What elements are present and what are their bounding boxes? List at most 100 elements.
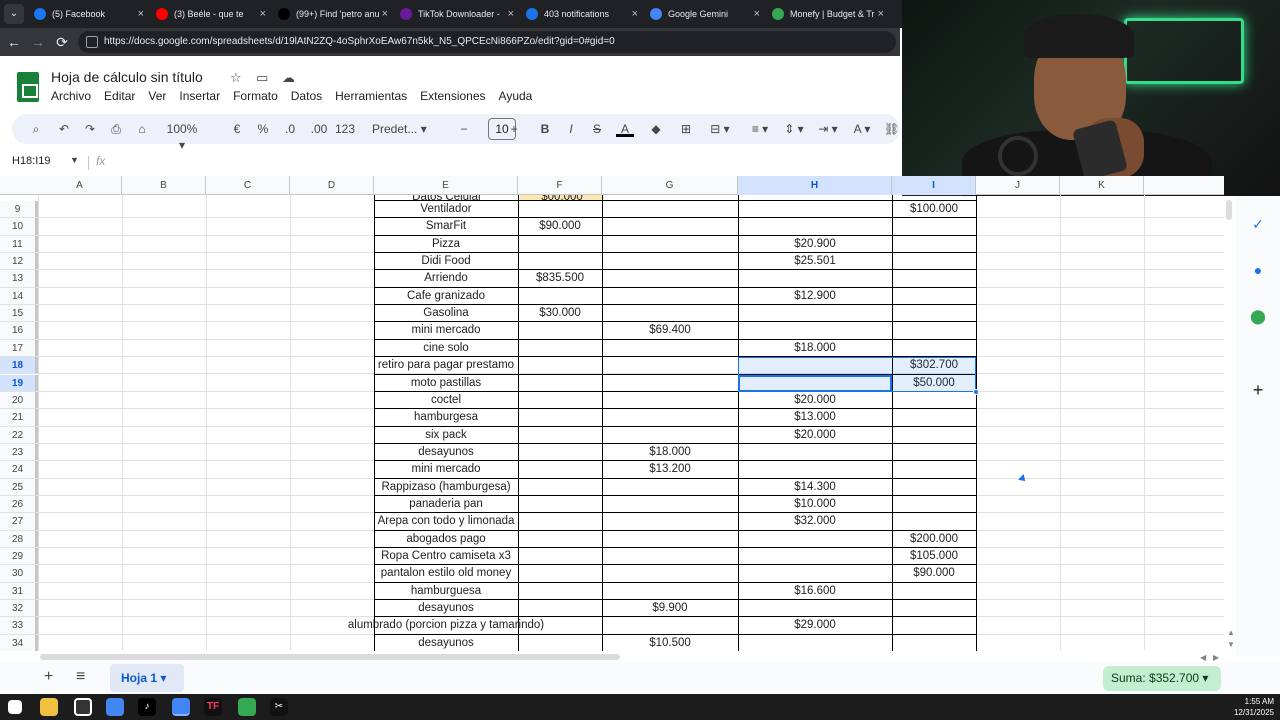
- text-color-button[interactable]: A: [616, 121, 634, 137]
- cell-concept[interactable]: coctel: [374, 392, 518, 408]
- cell-h[interactable]: $20.000: [738, 427, 892, 443]
- cell-h[interactable]: $10.000: [738, 496, 892, 512]
- cell-i[interactable]: [892, 270, 976, 286]
- row-header[interactable]: 15: [0, 305, 38, 322]
- cell-h[interactable]: $20.900: [738, 236, 892, 252]
- column-header[interactable]: H: [738, 176, 892, 195]
- cell-i[interactable]: [892, 496, 976, 512]
- column-header[interactable]: K: [1060, 176, 1144, 195]
- browser-tab[interactable]: (3) Beéle - que te ×: [152, 2, 270, 26]
- cell-i[interactable]: [892, 305, 976, 321]
- close-tab-icon[interactable]: ×: [754, 2, 760, 26]
- cell-g[interactable]: [602, 565, 738, 581]
- cell-g[interactable]: [602, 409, 738, 425]
- print-icon[interactable]: ⎙: [108, 121, 124, 137]
- cell-i[interactable]: [892, 236, 976, 252]
- row-header[interactable]: 21: [0, 409, 38, 426]
- sheet-tab-hoja-1[interactable]: Hoja 1 ▾: [110, 664, 184, 692]
- menu-item[interactable]: Datos: [291, 89, 322, 103]
- row-header[interactable]: 20: [0, 391, 38, 409]
- row-header[interactable]: 29: [0, 548, 38, 565]
- menu-item[interactable]: Ver: [148, 89, 166, 103]
- cell-h[interactable]: [738, 270, 892, 286]
- increase-decimal-button[interactable]: .00: [308, 121, 330, 137]
- cell-h[interactable]: [738, 531, 892, 547]
- cell-concept[interactable]: Cafe granizado: [374, 288, 518, 304]
- fill-handle[interactable]: [973, 388, 979, 395]
- cell-concept[interactable]: hamburguesa: [374, 583, 518, 599]
- cell-f[interactable]: $90.000: [518, 218, 602, 234]
- cell-f[interactable]: [518, 288, 602, 304]
- cell-f[interactable]: [518, 427, 602, 443]
- cell-concept[interactable]: hamburgesa: [374, 409, 518, 425]
- sum-indicator[interactable]: Suma: $352.700 ▾: [1103, 666, 1221, 691]
- cell-g[interactable]: $9.900: [602, 600, 738, 616]
- cell-i[interactable]: [892, 427, 976, 443]
- cell-i[interactable]: [892, 600, 976, 616]
- cell-concept[interactable]: Gasolina: [374, 305, 518, 321]
- name-box[interactable]: H18:I19: [12, 155, 51, 167]
- browser-tab[interactable]: 403 notifications ×: [522, 2, 642, 26]
- cell-f[interactable]: [518, 531, 602, 547]
- cell-f[interactable]: [518, 392, 602, 408]
- cell-g[interactable]: $18.000: [602, 444, 738, 460]
- column-header[interactable]: E: [374, 176, 518, 195]
- cell-concept[interactable]: desayunos: [374, 635, 518, 651]
- column-header[interactable]: J: [976, 176, 1060, 195]
- cell-i[interactable]: [892, 479, 976, 495]
- cell-f[interactable]: [518, 496, 602, 512]
- cell-g[interactable]: [602, 392, 738, 408]
- redo-icon[interactable]: ↷: [82, 121, 98, 137]
- cell-h[interactable]: [738, 201, 892, 217]
- cell-f[interactable]: [518, 461, 602, 477]
- cell-h[interactable]: [738, 305, 892, 321]
- menu-item[interactable]: Herramientas: [335, 89, 407, 103]
- sheets-logo-icon[interactable]: [17, 72, 39, 102]
- cell-h[interactable]: $16.600: [738, 583, 892, 599]
- cell-g[interactable]: [602, 201, 738, 217]
- cell-i[interactable]: [892, 322, 976, 338]
- back-button[interactable]: ←: [4, 32, 24, 52]
- cell-h[interactable]: $25.501: [738, 253, 892, 269]
- cell-i[interactable]: $100.000: [892, 201, 976, 217]
- cell-concept[interactable]: Arepa con todo y limonada: [374, 513, 518, 529]
- bold-button[interactable]: B: [538, 121, 552, 137]
- cell-i[interactable]: [892, 340, 976, 356]
- cell-f[interactable]: [518, 513, 602, 529]
- close-tab-icon[interactable]: ×: [878, 2, 884, 26]
- cell-f[interactable]: $835.500: [518, 270, 602, 286]
- cell-i[interactable]: [892, 461, 976, 477]
- font-family-select[interactable]: Predet... ▾: [372, 121, 438, 137]
- cell-concept[interactable]: Pizza: [374, 236, 518, 252]
- cell-g[interactable]: $10.500: [602, 635, 738, 651]
- column-header[interactable]: I: [892, 176, 976, 195]
- star-icon[interactable]: ☆: [230, 70, 242, 86]
- close-tab-icon[interactable]: ×: [632, 2, 638, 26]
- browser-tab[interactable]: Monefy | Budget & Tr ×: [768, 2, 888, 26]
- cell-concept[interactable]: desayunos: [374, 444, 518, 460]
- cell-h[interactable]: [738, 635, 892, 651]
- cell-i[interactable]: [892, 392, 976, 408]
- zoom-select[interactable]: 100% ▾: [162, 121, 202, 152]
- cell-concept[interactable]: SmarFit: [374, 218, 518, 234]
- borders-icon[interactable]: ⊞: [678, 121, 694, 137]
- obs-icon[interactable]: [74, 698, 92, 716]
- italic-button[interactable]: I: [564, 121, 578, 137]
- tf-app-icon[interactable]: TF: [204, 698, 222, 716]
- row-header[interactable]: 17: [0, 339, 38, 357]
- cell-i[interactable]: [892, 583, 976, 599]
- text-rotation-icon[interactable]: A ▾: [848, 121, 876, 137]
- row-header[interactable]: 16: [0, 322, 38, 339]
- move-folder-icon[interactable]: ▭: [256, 70, 268, 86]
- merge-cells-icon[interactable]: ⊟ ▾: [706, 121, 734, 137]
- strikethrough-button[interactable]: S: [590, 121, 604, 137]
- menu-item[interactable]: Archivo: [51, 89, 91, 103]
- insert-link-icon[interactable]: ⛓: [884, 121, 899, 137]
- cell-i[interactable]: $200.000: [892, 531, 976, 547]
- reload-button[interactable]: ⟳: [52, 32, 72, 52]
- cell-i[interactable]: $105.000: [892, 548, 976, 564]
- close-tab-icon[interactable]: ×: [138, 2, 144, 26]
- cell-concept[interactable]: abogados pago: [374, 531, 518, 547]
- row-header[interactable]: 25: [0, 478, 38, 495]
- text-wrapping-icon[interactable]: ⇥ ▾: [814, 121, 842, 137]
